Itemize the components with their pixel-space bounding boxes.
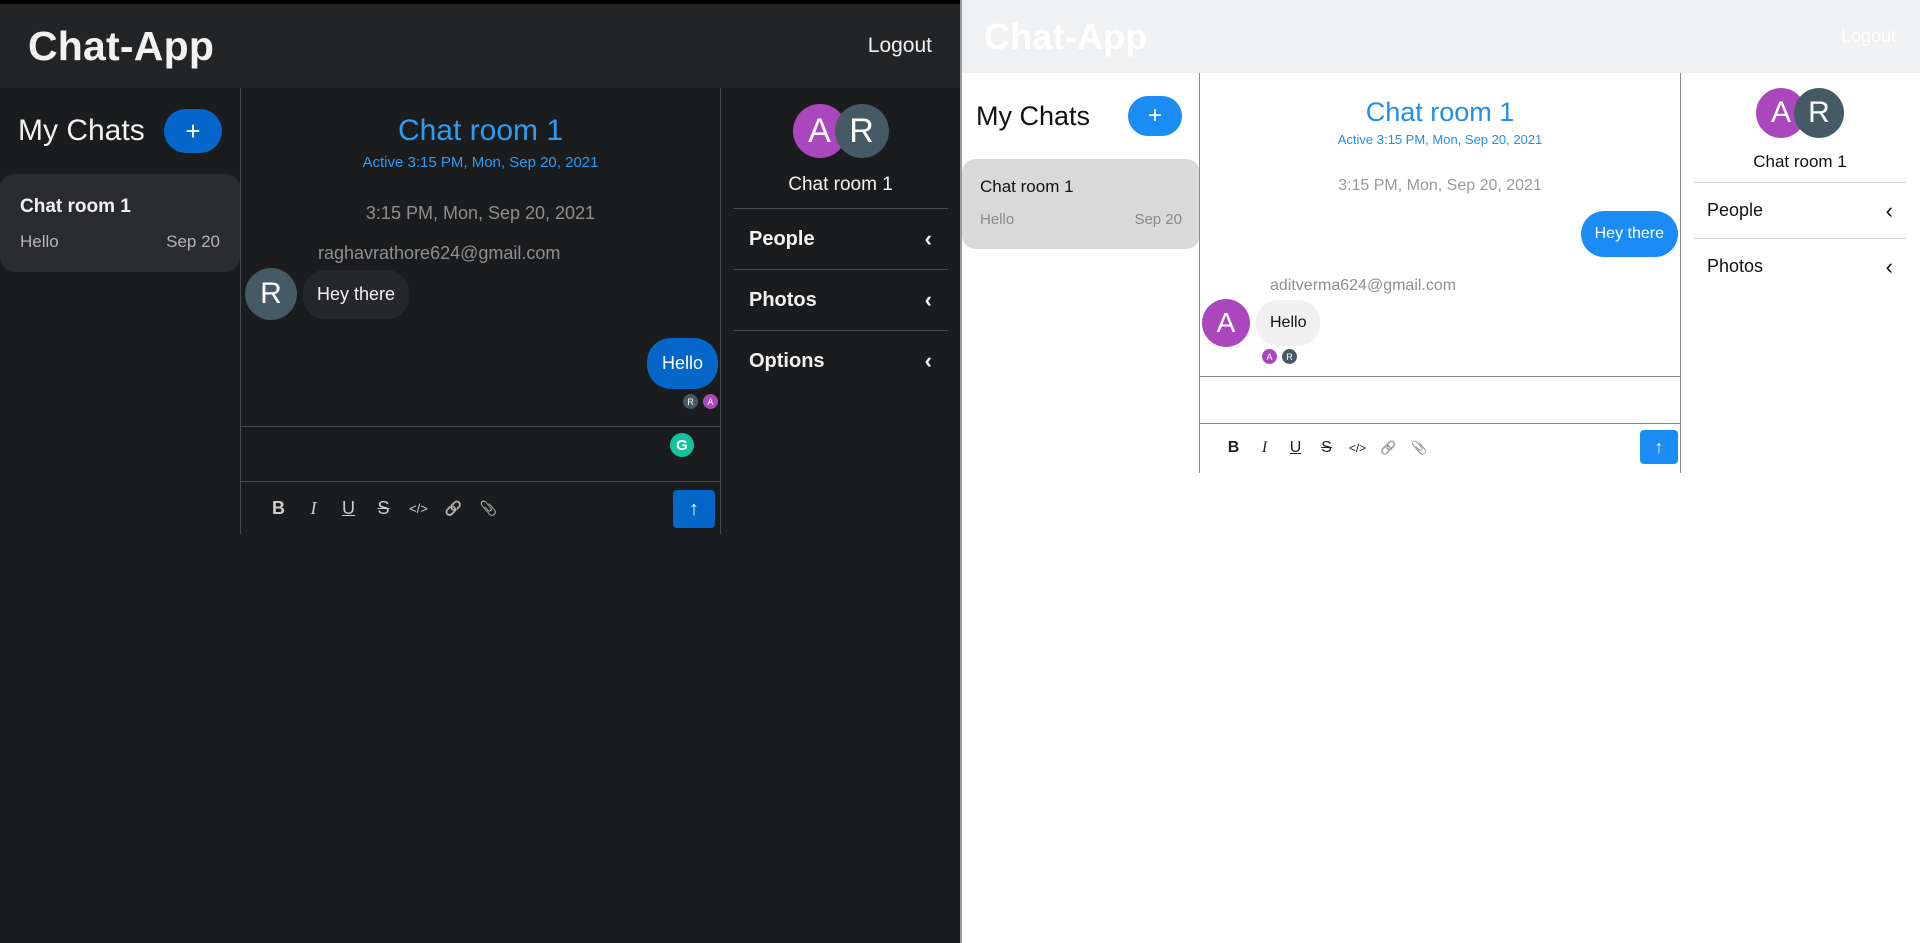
app-header: Chat-App Logout	[0, 4, 960, 88]
section-options[interactable]: Options ‹	[733, 330, 948, 391]
section-photos[interactable]: Photos ‹	[733, 269, 948, 330]
incoming-message: A Hello	[1202, 299, 1321, 347]
app-brand: Chat-App	[984, 15, 1148, 57]
section-label: Photos	[1707, 256, 1764, 276]
read-receipt-avatar: A	[1262, 349, 1277, 364]
strikethrough-icon[interactable]: S	[1311, 439, 1342, 457]
chevron-left-icon: ‹	[1885, 197, 1893, 223]
underline-icon[interactable]: U	[1280, 439, 1311, 457]
chat-card-name: Chat room 1	[980, 177, 1074, 196]
chat-card-name: Chat room 1	[20, 196, 131, 217]
outgoing-message: Hello	[646, 338, 718, 389]
details-sections: People ‹ Photos ‹	[1693, 182, 1907, 294]
link-icon[interactable]: 🔗	[1373, 440, 1404, 456]
send-button[interactable]: ↑	[673, 490, 715, 528]
member-avatars: A R	[1693, 88, 1907, 138]
link-icon[interactable]: 🔗	[436, 500, 471, 517]
italic-icon[interactable]: I	[1249, 439, 1280, 457]
read-receipt-avatar: R	[683, 394, 698, 409]
formatting-toolbar: B I U S </> 🔗 📎 ↑	[1200, 424, 1680, 472]
section-people[interactable]: People ‹	[733, 208, 948, 269]
read-receipts: A R	[1262, 349, 1297, 364]
chat-feed: Chat room 1 Active 3:15 PM, Mon, Sep 20,…	[240, 88, 721, 534]
chat-card[interactable]: Chat room 1 Hello Sep 20	[962, 159, 1200, 249]
chat-card-meta: Hello Sep 20	[20, 232, 220, 252]
sidebar-header: My Chats +	[0, 88, 240, 174]
section-photos[interactable]: Photos ‹	[1693, 238, 1907, 294]
chat-list-sidebar: My Chats + Chat room 1 Hello Sep 20	[0, 88, 240, 272]
read-receipt-avatar: A	[703, 394, 718, 409]
sidebar-title: My Chats	[18, 114, 145, 147]
formatting-toolbar: B I U S </> 🔗 📎 ↑	[241, 481, 720, 534]
avatar: R	[245, 268, 297, 320]
italic-icon[interactable]: I	[296, 498, 331, 519]
bold-icon[interactable]: B	[1218, 439, 1249, 457]
code-icon[interactable]: </>	[1342, 441, 1373, 455]
chat-card-last-message: Hello	[980, 211, 1015, 228]
chat-card-date: Sep 20	[166, 232, 220, 251]
details-sections: People ‹ Photos ‹ Options ‹	[733, 208, 948, 391]
message-timestamp: 3:15 PM, Mon, Sep 20, 2021	[365, 203, 596, 223]
chat-details-panel: A R Chat room 1 People ‹ Photos ‹ Option…	[733, 104, 948, 391]
message-input[interactable]: G	[241, 426, 720, 481]
underline-icon[interactable]: U	[331, 498, 366, 519]
logout-button[interactable]: Logout	[1841, 26, 1896, 47]
chevron-left-icon: ‹	[924, 226, 932, 251]
member-avatars: A R	[733, 104, 948, 158]
message-bubble: Hey there	[303, 269, 410, 319]
sidebar-title: My Chats	[976, 100, 1091, 131]
bold-icon[interactable]: B	[261, 498, 296, 519]
chat-feed: Chat room 1 Active 3:15 PM, Mon, Sep 20,…	[1199, 73, 1681, 473]
chat-card-last-message: Hello	[20, 232, 59, 251]
new-chat-button[interactable]: +	[1128, 96, 1182, 136]
grammarly-icon[interactable]: G	[670, 433, 694, 457]
logout-button[interactable]: Logout	[868, 34, 932, 58]
sender-email: raghavrathore624@gmail.com	[318, 243, 561, 263]
chevron-left-icon: ‹	[1885, 253, 1893, 279]
message-bubble: Hello	[1256, 300, 1321, 346]
chevron-left-icon: ‹	[924, 348, 932, 373]
dark-window: Chat-App Logout My Chats + Chat room 1 H…	[0, 0, 960, 943]
attach-icon[interactable]: 📎	[471, 500, 506, 517]
incoming-message: R Hey there	[245, 268, 410, 320]
read-receipt-avatar: R	[1282, 349, 1297, 364]
avatar: R	[834, 104, 889, 158]
section-label: Options	[749, 349, 825, 372]
new-chat-button[interactable]: +	[164, 109, 222, 153]
message-bubble: Hello	[646, 338, 718, 389]
chat-card-date: Sep 20	[1134, 211, 1182, 228]
message-input[interactable]	[1200, 376, 1680, 424]
section-label: People	[1707, 200, 1764, 220]
read-receipts: R A	[683, 394, 718, 409]
chat-list-sidebar: My Chats + Chat room 1 Hello Sep 20	[962, 73, 1200, 249]
chat-card-meta: Hello Sep 20	[980, 211, 1182, 228]
outgoing-message: Hey there	[1580, 211, 1678, 257]
room-title: Chat room 1	[1365, 97, 1515, 127]
details-room-name: Chat room 1	[788, 174, 893, 195]
chat-details-panel: A R Chat room 1 People ‹ Photos ‹	[1693, 88, 1907, 294]
chat-card[interactable]: Chat room 1 Hello Sep 20	[0, 174, 240, 272]
attach-icon[interactable]: 📎	[1404, 440, 1435, 456]
chevron-left-icon: ‹	[924, 287, 932, 312]
app-brand: Chat-App	[28, 22, 215, 69]
section-label: Photos	[749, 288, 817, 311]
avatar: A	[1202, 299, 1250, 347]
section-label: People	[749, 227, 815, 250]
avatar: R	[1794, 88, 1844, 138]
details-room-name: Chat room 1	[1753, 152, 1847, 171]
code-icon[interactable]: </>	[401, 501, 436, 516]
send-button[interactable]: ↑	[1640, 430, 1678, 464]
strikethrough-icon[interactable]: S	[366, 498, 401, 519]
app-header: Chat-App Logout	[962, 0, 1920, 73]
message-timestamp: 3:15 PM, Mon, Sep 20, 2021	[1338, 177, 1542, 194]
message-bubble: Hey there	[1580, 211, 1678, 257]
sidebar-header: My Chats +	[962, 73, 1200, 159]
room-active-status: Active 3:15 PM, Mon, Sep 20, 2021	[362, 154, 599, 171]
sender-email: aditverma624@gmail.com	[1270, 277, 1457, 294]
section-people[interactable]: People ‹	[1693, 182, 1907, 238]
room-active-status: Active 3:15 PM, Mon, Sep 20, 2021	[1337, 132, 1543, 147]
room-title: Chat room 1	[397, 114, 564, 147]
light-window: Chat-App Logout My Chats + Chat room 1 H…	[962, 0, 1920, 943]
